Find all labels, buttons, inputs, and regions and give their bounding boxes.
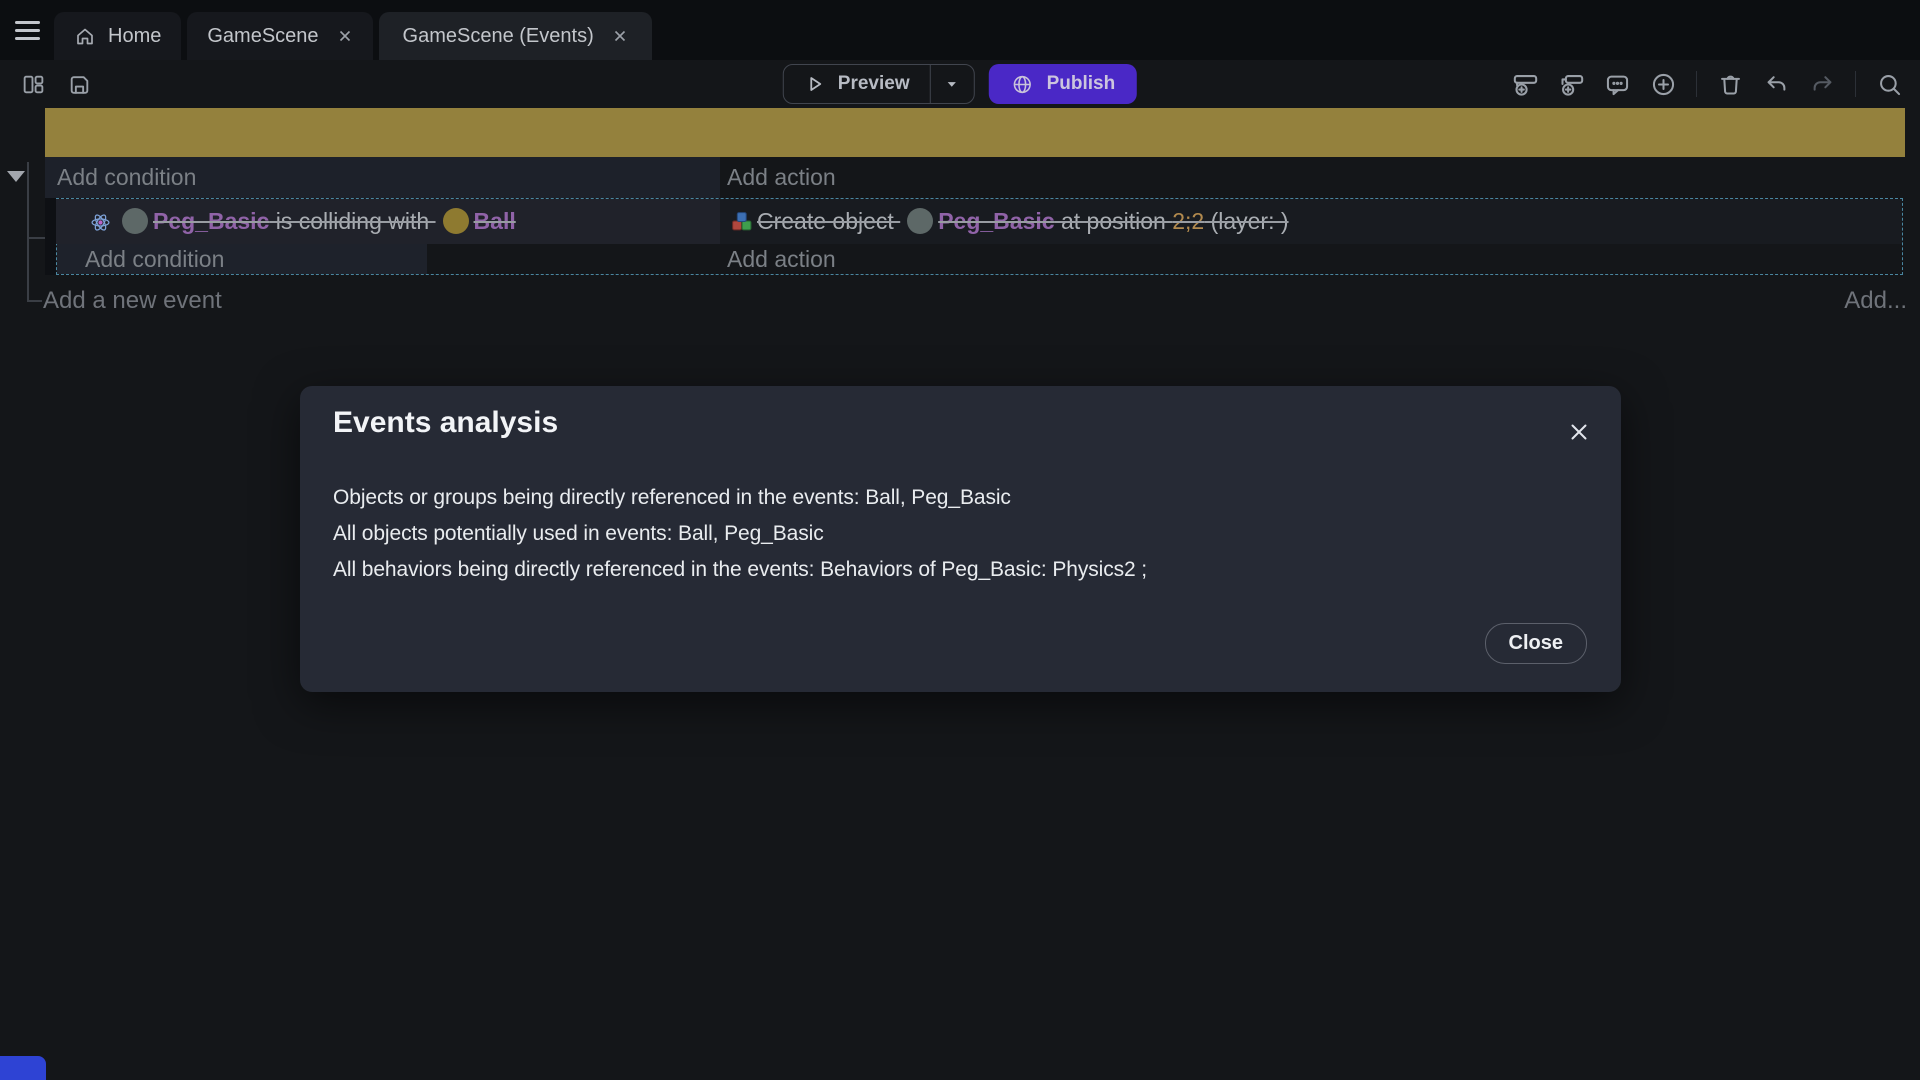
add-action-link[interactable]: Add action bbox=[727, 157, 836, 198]
delete-button[interactable] bbox=[1709, 63, 1751, 105]
add-new-event-link[interactable]: Add a new event bbox=[43, 287, 222, 315]
chevron-down-icon bbox=[942, 74, 962, 94]
project-manager-icon bbox=[21, 72, 46, 97]
add-circle-icon bbox=[1650, 71, 1677, 98]
event-fold-caret[interactable] bbox=[7, 171, 25, 182]
condition-object2-name: Ball bbox=[474, 208, 516, 234]
event-tree-line bbox=[27, 162, 29, 302]
toolbar-right-group bbox=[1504, 60, 1910, 108]
redo-button[interactable] bbox=[1801, 63, 1843, 105]
save-icon bbox=[67, 72, 92, 97]
globe-icon bbox=[1011, 73, 1034, 96]
tab-label: GameScene bbox=[207, 25, 318, 48]
close-icon bbox=[1566, 419, 1592, 445]
action-object-name: Peg_Basic bbox=[938, 208, 1054, 234]
undo-icon bbox=[1763, 71, 1790, 98]
tab-label: Home bbox=[108, 25, 161, 48]
add-action-label: Add action bbox=[727, 246, 836, 272]
events-analysis-dialog: Events analysis Objects or groups being … bbox=[300, 386, 1621, 692]
dialog-title: Events analysis bbox=[333, 406, 558, 440]
play-icon bbox=[804, 73, 826, 95]
add-event-icon bbox=[1512, 71, 1539, 98]
add-action-link[interactable]: Add action bbox=[727, 244, 836, 274]
add-condition-link[interactable]: Add condition bbox=[57, 244, 427, 274]
trash-icon bbox=[1717, 71, 1744, 98]
publish-button[interactable]: Publish bbox=[989, 64, 1138, 104]
dialog-close-button[interactable] bbox=[1563, 416, 1595, 448]
action-position-value: 2;2 bbox=[1172, 208, 1204, 234]
action-text3: (layer: ) bbox=[1204, 208, 1288, 234]
preview-options-button[interactable] bbox=[930, 65, 974, 103]
redo-icon bbox=[1809, 71, 1836, 98]
tab-home[interactable]: Home bbox=[54, 12, 181, 60]
condition-object1-name: Peg_Basic bbox=[153, 208, 269, 234]
add-new-event-label: Add a new event bbox=[43, 287, 222, 314]
add-subevent-icon bbox=[1558, 71, 1585, 98]
tab-bar: Home GameScene GameScene (Events) bbox=[0, 0, 1920, 60]
undo-button[interactable] bbox=[1755, 63, 1797, 105]
close-tab-icon[interactable] bbox=[612, 28, 628, 44]
preview-split-button: Preview bbox=[783, 64, 975, 104]
tab-gamescene[interactable]: GameScene bbox=[187, 12, 372, 60]
main-menu-button[interactable] bbox=[0, 0, 54, 60]
analysis-line-objects-referenced: Objects or groups being directly referen… bbox=[333, 480, 1588, 516]
peg-basic-object-icon bbox=[907, 208, 933, 234]
toolbar-left-group bbox=[12, 60, 100, 108]
event-tree-line bbox=[27, 300, 42, 302]
close-button[interactable]: Close bbox=[1485, 623, 1587, 664]
peg-basic-object-icon bbox=[122, 208, 148, 234]
bottom-left-notification-corner bbox=[0, 1056, 46, 1080]
create-object-icon bbox=[730, 203, 753, 248]
toolbar-divider bbox=[1696, 71, 1697, 97]
highlighted-event-row[interactable] bbox=[45, 108, 1905, 157]
action-instruction[interactable]: Create object Peg_Basic at position 2;2 … bbox=[730, 199, 1289, 244]
choose-event-type-button[interactable] bbox=[1642, 63, 1684, 105]
search-icon bbox=[1876, 71, 1903, 98]
toolbar-divider bbox=[1855, 71, 1856, 97]
toolbar-center-group: Preview Publish bbox=[783, 60, 1137, 108]
add-condition-link[interactable]: Add condition bbox=[45, 157, 720, 198]
hamburger-icon bbox=[15, 21, 40, 24]
save-project-button[interactable] bbox=[58, 63, 100, 105]
preview-button[interactable]: Preview bbox=[784, 65, 930, 103]
action-text2: at position bbox=[1055, 208, 1173, 234]
hamburger-icon bbox=[15, 37, 40, 40]
analysis-line-objects-used: All objects potentially used in events: … bbox=[333, 516, 1588, 552]
add-condition-label: Add condition bbox=[57, 164, 196, 190]
condition-text: is colliding with bbox=[269, 208, 435, 234]
tab-label: GameScene (Events) bbox=[403, 25, 594, 48]
add-comment-icon bbox=[1604, 71, 1631, 98]
action-text1: Create object bbox=[757, 208, 900, 234]
add-event-type-link[interactable]: Add... bbox=[1844, 287, 1907, 315]
add-action-label: Add action bbox=[727, 164, 836, 190]
analysis-line-behaviors-referenced: All behaviors being directly referenced … bbox=[333, 552, 1588, 588]
events-toolbar: Preview Publish bbox=[0, 60, 1920, 108]
add-event-button[interactable] bbox=[1504, 63, 1546, 105]
project-manager-button[interactable] bbox=[12, 63, 54, 105]
add-comment-button[interactable] bbox=[1596, 63, 1638, 105]
ball-object-icon bbox=[443, 208, 469, 234]
tab-gamescene-events[interactable]: GameScene (Events) bbox=[379, 12, 652, 60]
add-button-label: Add... bbox=[1844, 287, 1907, 314]
gdevelop-editor-window: Home GameScene GameScene (Events) bbox=[0, 0, 1920, 1080]
add-subevent-button[interactable] bbox=[1550, 63, 1592, 105]
physics-behavior-icon bbox=[90, 203, 111, 248]
condition-instruction[interactable]: Peg_Basic is colliding with Ball bbox=[90, 199, 516, 244]
home-icon bbox=[74, 25, 96, 47]
close-tab-icon[interactable] bbox=[337, 28, 353, 44]
search-events-button[interactable] bbox=[1868, 63, 1910, 105]
event-drag-handle[interactable] bbox=[45, 198, 56, 275]
publish-label: Publish bbox=[1047, 73, 1116, 95]
hamburger-icon bbox=[15, 29, 40, 32]
dialog-body: Objects or groups being directly referen… bbox=[333, 480, 1588, 588]
add-condition-label: Add condition bbox=[85, 246, 224, 272]
preview-label: Preview bbox=[838, 73, 910, 95]
